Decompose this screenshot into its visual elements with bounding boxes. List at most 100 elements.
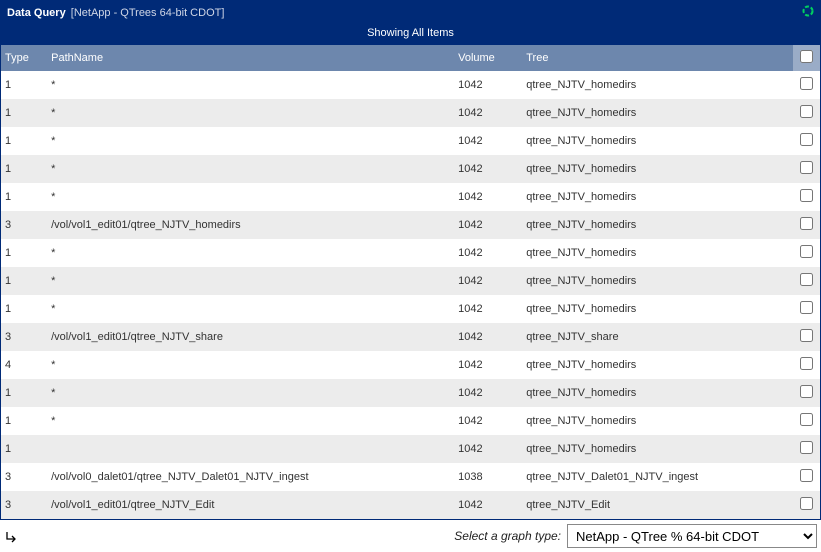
row-checkbox[interactable] [800, 77, 813, 90]
table-row[interactable]: 1*1042qtree_NJTV_homedirs [1, 183, 820, 211]
row-checkbox[interactable] [800, 385, 813, 398]
cell-type: 1 [1, 99, 47, 127]
table-row[interactable]: 1*1042qtree_NJTV_homedirs [1, 267, 820, 295]
cell-volume: 1042 [454, 155, 522, 183]
col-header-type[interactable]: Type [1, 45, 47, 71]
row-checkbox[interactable] [800, 105, 813, 118]
cell-tree: qtree_NJTV_homedirs [522, 379, 793, 407]
cell-tree: qtree_NJTV_homedirs [522, 211, 793, 239]
table-row[interactable]: 3/vol/vol1_edit01/qtree_NJTV_share1042qt… [1, 323, 820, 351]
row-checkbox[interactable] [800, 497, 813, 510]
row-checkbox[interactable] [800, 301, 813, 314]
select-all-checkbox[interactable] [800, 50, 813, 63]
col-header-tree[interactable]: Tree [522, 45, 793, 71]
graph-type-select[interactable]: NetApp - QTree % 64-bit CDOT [567, 524, 817, 548]
cell-path: * [47, 379, 454, 407]
cell-type: 4 [1, 351, 47, 379]
table-row[interactable]: 1*1042qtree_NJTV_homedirs [1, 379, 820, 407]
cell-checkbox [793, 323, 820, 351]
row-checkbox[interactable] [800, 273, 813, 286]
cell-path: * [47, 183, 454, 211]
cell-tree: qtree_NJTV_share [522, 323, 793, 351]
cell-path: * [47, 407, 454, 435]
cell-tree: qtree_NJTV_homedirs [522, 239, 793, 267]
cell-volume: 1042 [454, 71, 522, 99]
cell-path [47, 435, 454, 463]
cell-checkbox [793, 239, 820, 267]
row-checkbox[interactable] [800, 161, 813, 174]
cell-tree: qtree_NJTV_homedirs [522, 435, 793, 463]
cell-volume: 1042 [454, 379, 522, 407]
cell-volume: 1042 [454, 239, 522, 267]
col-header-volume[interactable]: Volume [454, 45, 522, 71]
cell-checkbox [793, 351, 820, 379]
cell-type: 1 [1, 127, 47, 155]
row-checkbox[interactable] [800, 133, 813, 146]
cell-checkbox [793, 99, 820, 127]
table-row[interactable]: 1*1042qtree_NJTV_homedirs [1, 99, 820, 127]
cell-tree: qtree_NJTV_Edit [522, 491, 793, 519]
cell-type: 1 [1, 295, 47, 323]
cell-path: /vol/vol1_edit01/qtree_NJTV_Edit [47, 491, 454, 519]
cell-volume: 1038 [454, 463, 522, 491]
row-checkbox[interactable] [800, 189, 813, 202]
cell-tree: qtree_NJTV_homedirs [522, 295, 793, 323]
header-row: Type PathName Volume Tree [1, 45, 820, 71]
table-row[interactable]: 1*1042qtree_NJTV_homedirs [1, 71, 820, 99]
cell-checkbox [793, 295, 820, 323]
row-checkbox[interactable] [800, 469, 813, 482]
cell-volume: 1042 [454, 99, 522, 127]
cell-checkbox [793, 127, 820, 155]
row-checkbox[interactable] [800, 413, 813, 426]
cell-tree: qtree_NJTV_homedirs [522, 71, 793, 99]
cell-type: 1 [1, 379, 47, 407]
cell-checkbox [793, 211, 820, 239]
table-row[interactable]: 3/vol/vol1_edit01/qtree_NJTV_Edit1042qtr… [1, 491, 820, 519]
cell-path: * [47, 351, 454, 379]
cell-tree: qtree_NJTV_Dalet01_NJTV_ingest [522, 463, 793, 491]
table-row[interactable]: 1*1042qtree_NJTV_homedirs [1, 127, 820, 155]
cell-volume: 1042 [454, 211, 522, 239]
row-checkbox[interactable] [800, 245, 813, 258]
cell-checkbox [793, 155, 820, 183]
cell-checkbox [793, 267, 820, 295]
row-checkbox[interactable] [800, 329, 813, 342]
cell-type: 1 [1, 407, 47, 435]
table-row[interactable]: 4*1042qtree_NJTV_homedirs [1, 351, 820, 379]
row-checkbox[interactable] [800, 217, 813, 230]
cell-checkbox [793, 407, 820, 435]
cell-checkbox [793, 379, 820, 407]
table-row[interactable]: 3/vol/vol1_edit01/qtree_NJTV_homedirs104… [1, 211, 820, 239]
table-row[interactable]: 1*1042qtree_NJTV_homedirs [1, 295, 820, 323]
cell-path: /vol/vol1_edit01/qtree_NJTV_share [47, 323, 454, 351]
row-checkbox[interactable] [800, 357, 813, 370]
cell-path: * [47, 99, 454, 127]
cell-path: * [47, 267, 454, 295]
table-row[interactable]: 1*1042qtree_NJTV_homedirs [1, 239, 820, 267]
cell-type: 1 [1, 183, 47, 211]
cell-path: /vol/vol0_dalet01/qtree_NJTV_Dalet01_NJT… [47, 463, 454, 491]
cell-path: /vol/vol1_edit01/qtree_NJTV_homedirs [47, 211, 454, 239]
cell-type: 3 [1, 463, 47, 491]
table-row[interactable]: 1*1042qtree_NJTV_homedirs [1, 155, 820, 183]
cell-checkbox [793, 463, 820, 491]
cell-volume: 1042 [454, 491, 522, 519]
col-header-checkbox[interactable] [793, 45, 820, 71]
title-subtitle: [NetApp - QTrees 64-bit CDOT] [71, 7, 225, 19]
graph-type-label: Select a graph type: [454, 529, 561, 543]
cell-volume: 1042 [454, 267, 522, 295]
cell-volume: 1042 [454, 295, 522, 323]
row-checkbox[interactable] [800, 441, 813, 454]
loading-spinner-icon [802, 5, 814, 17]
table-row[interactable]: 1*1042qtree_NJTV_homedirs [1, 407, 820, 435]
return-arrow-icon[interactable] [4, 529, 18, 543]
col-header-path[interactable]: PathName [47, 45, 454, 71]
cell-type: 3 [1, 323, 47, 351]
table-row[interactable]: 11042qtree_NJTV_homedirs [1, 435, 820, 463]
cell-tree: qtree_NJTV_homedirs [522, 267, 793, 295]
table-row[interactable]: 3/vol/vol0_dalet01/qtree_NJTV_Dalet01_NJ… [1, 463, 820, 491]
footer-bar: Select a graph type: NetApp - QTree % 64… [0, 520, 821, 552]
cell-checkbox [793, 183, 820, 211]
cell-path: * [47, 127, 454, 155]
cell-checkbox [793, 435, 820, 463]
